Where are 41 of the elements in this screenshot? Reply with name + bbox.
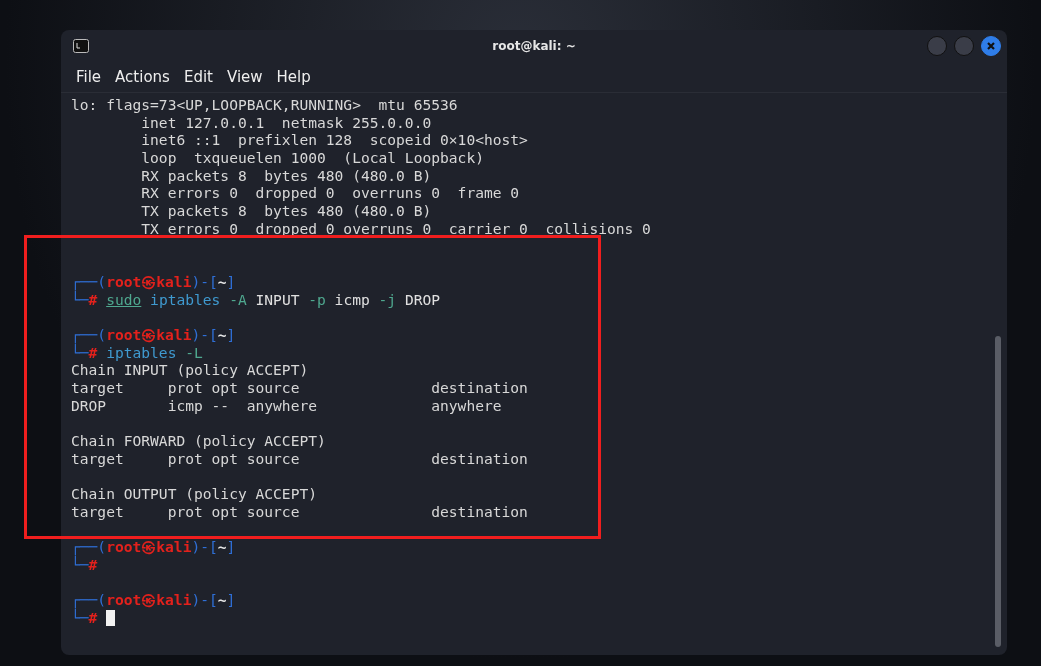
terminal-output-line: RX errors 0 dropped 0 overruns 0 frame 0 [140, 184, 521, 203]
maximize-button[interactable] [954, 36, 974, 56]
prompt-hash: # [88, 343, 98, 362]
terminal-output-line: TX packets 8 bytes 480 (480.0 B) [140, 202, 433, 220]
terminal-output-line: RX packets 8 bytes 480 (480.0 B) [140, 166, 433, 185]
scrollbar-thumb[interactable] [995, 336, 1001, 647]
prompt-hash: # [88, 290, 98, 309]
prompt-hash: # [88, 608, 98, 627]
terminal-output-line: DROP icmp -- anywhere anywhere [71, 396, 503, 415]
terminal-output-line: inet6 ::1 prefixlen 128 scopeid 0×10<host> [140, 131, 529, 150]
terminal-output-line: Chain FORWARD (policy ACCEPT) [71, 432, 327, 450]
terminal-output-line: inet 127.0.0.1 netmask 255.0.0.0 [140, 113, 433, 132]
window-title: root@kali: ~ [492, 39, 576, 53]
prompt-line: ┌──(root㉿kali)-[~] [71, 272, 237, 291]
command-text: iptables -L [105, 343, 203, 362]
prompt-hash: # [88, 555, 98, 574]
terminal-icon [73, 39, 89, 53]
menu-item[interactable]: Help [269, 66, 318, 88]
command-text: sudo iptables -A INPUT -p icmp -j DROP [105, 290, 441, 309]
prompt-corner: └─ [71, 608, 89, 627]
minimize-button[interactable] [927, 36, 947, 56]
prompt-line: ┌──(root㉿kali)-[~] [71, 591, 237, 609]
prompt-line: ┌──(root㉿kali)-[~] [71, 538, 237, 556]
menu-item[interactable]: View [219, 66, 270, 88]
prompt-line: ┌──(root㉿kali)-[~] [71, 325, 237, 344]
terminal-output-line: target prot opt source destination [71, 502, 529, 521]
prompt-corner: └─ [71, 290, 89, 309]
terminal-output-line: target prot opt source destination [71, 449, 529, 468]
terminal-output-line: target prot opt source destination [71, 379, 529, 397]
menu-item[interactable]: File [69, 66, 109, 88]
menu-item[interactable]: Edit [176, 66, 220, 88]
terminal-output-line: Chain INPUT (policy ACCEPT) [71, 361, 310, 379]
terminal-output-line: TX errors 0 dropped 0 overruns 0 carrier 0 collisions 0 [140, 219, 652, 238]
terminal-output-line: loop txqueuelen 1000 (Local Loopback) [140, 149, 485, 167]
close-icon [986, 41, 996, 51]
prompt-corner: └─ [71, 343, 89, 362]
terminal-output-line: Chain OUTPUT (policy ACCEPT) [71, 485, 318, 503]
menu-item[interactable]: Actions [108, 66, 177, 88]
close-button[interactable] [981, 36, 1001, 56]
prompt-corner: └─ [71, 555, 89, 574]
terminal-output-line: lo: flags=73<UP,LOOPBACK,RUNNING> mtu 65536 [71, 96, 459, 114]
